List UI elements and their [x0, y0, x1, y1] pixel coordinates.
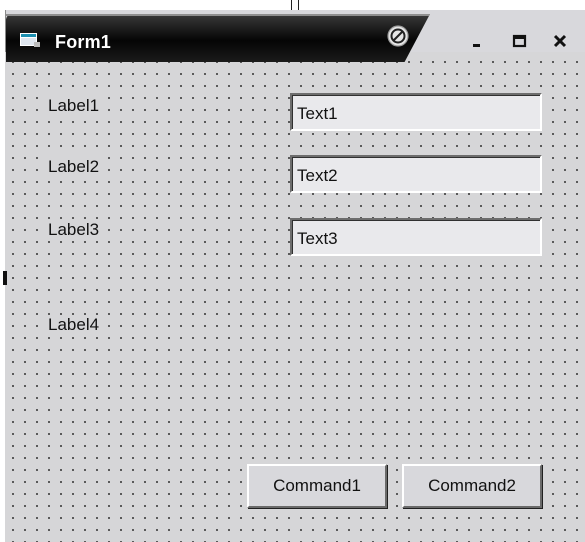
command-button-1[interactable]: Command1 [247, 464, 387, 508]
command-button-2[interactable]: Command2 [402, 464, 542, 508]
label-3[interactable]: Label3 [46, 220, 102, 240]
minimize-button[interactable] [468, 32, 488, 52]
textbox-2[interactable]: Text2 [290, 155, 542, 193]
left-resize-handle[interactable] [3, 271, 7, 285]
label-2[interactable]: Label2 [46, 157, 102, 177]
close-button[interactable] [551, 32, 571, 52]
textbox-3[interactable]: Text3 [290, 218, 542, 256]
window-title: Form1 [55, 32, 112, 52]
label-4[interactable]: Label4 [46, 315, 102, 335]
textbox-1[interactable]: Text1 [290, 93, 542, 131]
maximize-button[interactable] [510, 32, 530, 52]
whats-this-icon[interactable] [386, 24, 410, 48]
form-icon [20, 33, 40, 47]
label-1[interactable]: Label1 [46, 96, 102, 116]
